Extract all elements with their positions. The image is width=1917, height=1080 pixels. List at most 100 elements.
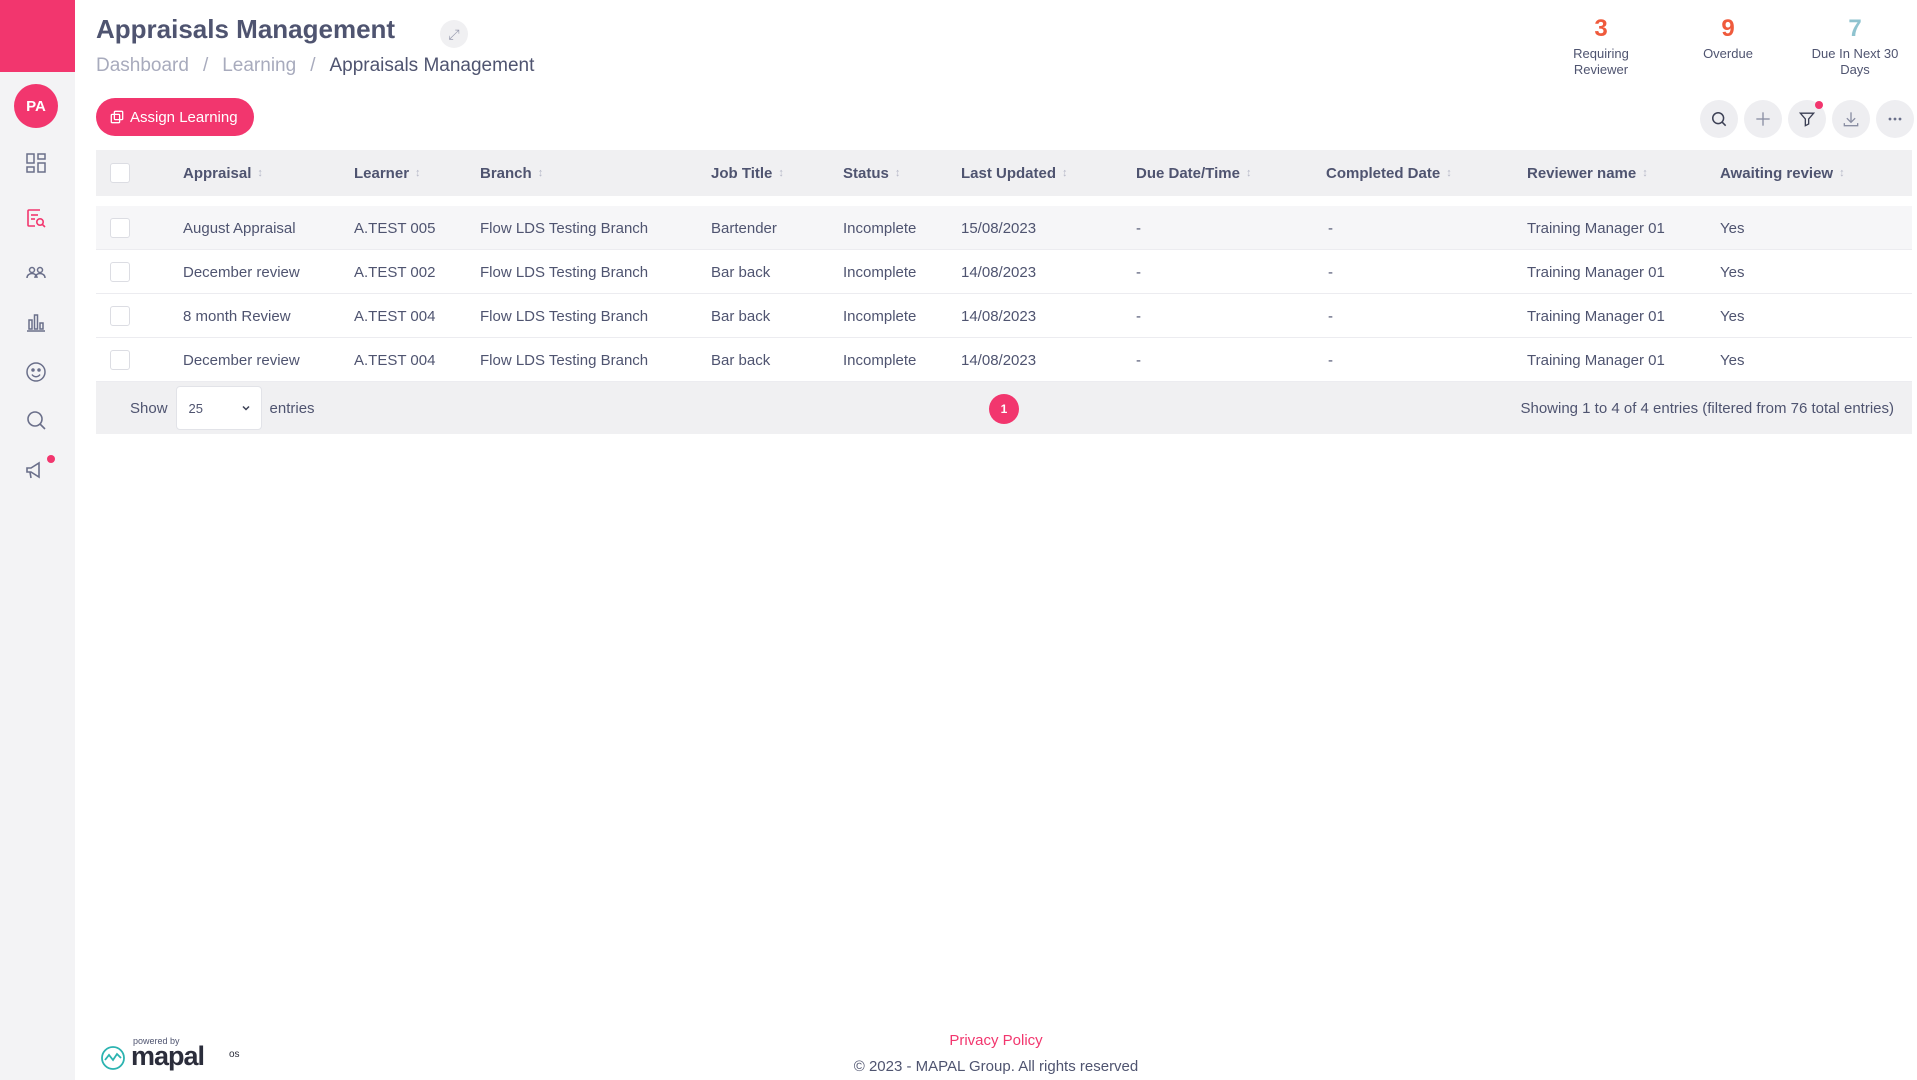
sort-icon: ↕ [1446, 167, 1452, 179]
sort-icon: ↕ [257, 167, 263, 179]
breadcrumb-learning[interactable]: Learning [222, 55, 296, 77]
cell-reviewer-name: Training Manager 01 [1527, 219, 1665, 237]
notification-dot [47, 455, 55, 463]
cell-job-title: Bartender [711, 219, 777, 237]
stat-requiring-reviewer[interactable]: 3 Requiring Reviewer [1546, 12, 1656, 78]
download-icon [1843, 112, 1859, 127]
sort-icon: ↕ [778, 167, 784, 179]
cell-learner: A.TEST 004 [354, 351, 436, 369]
column-header-due-date[interactable]: Due Date/Time ↕ [1136, 150, 1251, 196]
column-label: Learner [354, 164, 410, 182]
cell-learner: A.TEST 002 [354, 263, 436, 281]
table-header: Appraisal ↕ Learner ↕ Branch ↕ Job Title ↕ S… [96, 150, 1912, 196]
privacy-policy-link[interactable]: Privacy Policy [0, 1032, 1917, 1049]
learning-search-icon[interactable] [24, 206, 48, 230]
cell-branch: Flow LDS Testing Branch [480, 351, 649, 369]
entries-label: entries [269, 399, 315, 417]
page-button-1[interactable]: 1 [989, 394, 1019, 424]
expand-icon[interactable]: ⤢ [440, 20, 468, 48]
search-icon [1712, 112, 1727, 127]
stat-overdue[interactable]: 9 Overdue [1673, 12, 1783, 62]
stat-due-next-30-days[interactable]: 7 Due In Next 30 Days [1800, 12, 1910, 78]
filter-icon [1798, 112, 1816, 127]
people-icon[interactable] [24, 261, 48, 285]
cell-branch: Flow LDS Testing Branch [480, 219, 649, 237]
table-row[interactable]: December review A.TEST 002 Flow LDS Test… [96, 250, 1912, 294]
cell-appraisal[interactable]: 8 month Review [183, 294, 291, 338]
cell-awaiting-review: Yes [1720, 219, 1745, 237]
cell-completed-date: - [1328, 351, 1333, 369]
pagination-info: Showing 1 to 4 of 4 entries (filtered fr… [1520, 399, 1894, 417]
announcements-icon[interactable] [24, 458, 48, 482]
row-checkbox[interactable] [110, 218, 130, 238]
stat-label: Overdue [1703, 46, 1753, 61]
cell-reviewer-name: Training Manager 01 [1527, 263, 1665, 281]
select-all-cell [110, 150, 130, 196]
select-all-checkbox[interactable] [110, 163, 130, 183]
column-header-job-title[interactable]: Job Title ↕ [711, 150, 784, 196]
copy-icon [110, 110, 124, 124]
row-checkbox[interactable] [110, 306, 130, 326]
add-button[interactable] [1744, 100, 1782, 138]
cell-last-updated: 15/08/2023 [961, 219, 1037, 237]
cell-learner: A.TEST 004 [354, 307, 436, 325]
column-header-reviewer-name[interactable]: Reviewer name ↕ [1527, 150, 1648, 196]
row-checkbox[interactable] [110, 350, 130, 370]
column-header-appraisal[interactable]: Appraisal ↕ [183, 150, 263, 196]
cell-due-date: - [1136, 219, 1141, 237]
column-label: Due Date/Time [1136, 164, 1240, 182]
column-header-completed-date[interactable]: Completed Date ↕ [1326, 150, 1452, 196]
cell-job-title: Bar back [711, 263, 771, 281]
column-header-learner[interactable]: Learner ↕ [354, 150, 421, 196]
column-label: Reviewer name [1527, 164, 1637, 182]
column-label: Awaiting review [1720, 164, 1834, 182]
avatar[interactable]: PA [14, 84, 58, 128]
cell-branch: Flow LDS Testing Branch [480, 263, 649, 281]
dashboard-icon[interactable] [24, 151, 48, 175]
search-icon[interactable] [24, 408, 48, 432]
column-header-branch[interactable]: Branch ↕ [480, 150, 543, 196]
cell-last-updated: 14/08/2023 [961, 307, 1037, 325]
breadcrumb: Dashboard / Learning / Appraisals Manage… [96, 55, 534, 77]
cell-completed-date: - [1328, 263, 1333, 281]
column-header-status[interactable]: Status ↕ [843, 150, 900, 196]
cell-status: Incomplete [843, 263, 917, 281]
sort-icon: ↕ [1839, 167, 1845, 179]
sort-icon: ↕ [537, 167, 544, 179]
table-row[interactable]: August Appraisal A.TEST 005 Flow LDS Tes… [96, 206, 1912, 250]
breadcrumb-dashboard[interactable]: Dashboard [96, 55, 189, 77]
column-label: Job Title [711, 164, 773, 182]
filter-button[interactable] [1788, 100, 1826, 138]
reports-icon[interactable] [24, 310, 48, 334]
chevron-down-icon [242, 405, 250, 411]
show-label: Show [130, 399, 168, 417]
cell-job-title: Bar back [711, 351, 771, 369]
page-size-select[interactable]: 25 [175, 386, 262, 430]
download-button[interactable] [1832, 100, 1870, 138]
stat-label: Requiring [1573, 46, 1629, 61]
plus-icon [1756, 112, 1770, 126]
row-checkbox[interactable] [110, 262, 130, 282]
breadcrumb-separator: / [310, 55, 316, 76]
cell-appraisal[interactable]: August Appraisal [183, 206, 296, 250]
more-button[interactable] [1876, 100, 1914, 138]
row-select-cell [110, 338, 130, 382]
search-button[interactable] [1700, 100, 1738, 138]
sort-icon: ↕ [1062, 167, 1068, 179]
cell-appraisal[interactable]: December review [183, 250, 300, 294]
brand-block[interactable] [0, 0, 75, 72]
table-row[interactable]: 8 month Review A.TEST 004 Flow LDS Testi… [96, 294, 1912, 338]
table-row[interactable]: December review A.TEST 004 Flow LDS Test… [96, 338, 1912, 382]
cell-learner: A.TEST 005 [354, 219, 436, 237]
column-header-last-updated[interactable]: Last Updated ↕ [961, 150, 1068, 196]
cell-last-updated: 14/08/2023 [961, 351, 1037, 369]
feedback-icon[interactable] [24, 360, 48, 384]
assign-learning-button[interactable]: Assign Learning [96, 98, 254, 136]
cell-reviewer-name: Training Manager 01 [1527, 351, 1665, 369]
stat-value: 7 [1848, 15, 1862, 42]
column-header-awaiting-review[interactable]: Awaiting review ↕ [1720, 150, 1845, 196]
cell-completed-date: - [1328, 219, 1333, 237]
cell-appraisal[interactable]: December review [183, 338, 300, 382]
cell-due-date: - [1136, 351, 1141, 369]
page-size-value: 25 [188, 400, 203, 416]
